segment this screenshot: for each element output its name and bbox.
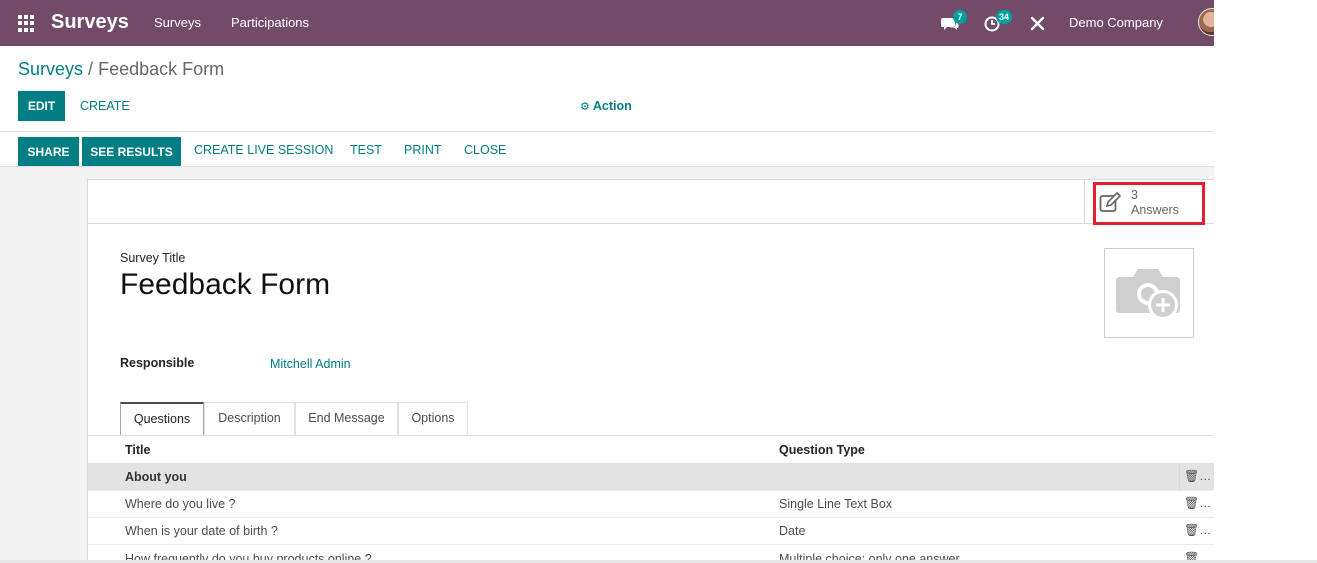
form-statusbar: SHARE SEE RESULTS CREATE LIVE SESSION TE… — [0, 132, 1214, 167]
button-box: 3 Answers — [88, 180, 1214, 225]
app: Surveys Surveys Participations 7 34 Demo… — [0, 0, 1317, 563]
tab-end-message[interactable]: End Message — [295, 402, 398, 435]
trash-icon[interactable]: 🗑… — [1184, 523, 1211, 537]
user-avatar[interactable] — [1198, 8, 1214, 36]
row-title: How frequently do you buy products onlin… — [125, 552, 372, 560]
row-type: Multiple choice: only one answer — [779, 552, 960, 560]
close-button[interactable]: CLOSE — [464, 143, 506, 157]
row-type: Single Line Text Box — [779, 497, 893, 511]
create-live-session-button[interactable]: CREATE LIVE SESSION — [194, 143, 333, 157]
action-label: Action — [592, 99, 632, 113]
test-button[interactable]: TEST — [350, 143, 382, 157]
gear-icon: ⚙ — [580, 101, 590, 113]
menu-participations[interactable]: Participations — [231, 15, 309, 30]
trash-icon[interactable]: 🗑… — [1184, 496, 1211, 510]
app-brand[interactable]: Surveys — [51, 11, 129, 34]
print-button[interactable]: PRINT — [404, 143, 442, 157]
table-row[interactable]: About you 🗑… — [88, 464, 1214, 491]
survey-image-upload[interactable] — [1104, 248, 1194, 338]
share-button[interactable]: SHARE — [18, 137, 79, 167]
apps-menu-icon[interactable] — [18, 15, 35, 32]
breadcrumb-separator: / — [88, 59, 94, 79]
trash-icon[interactable]: 🗑… — [1184, 469, 1211, 483]
camera-plus-icon — [1116, 269, 1180, 320]
edit-button[interactable]: EDIT — [18, 91, 65, 121]
activities-count-badge: 34 — [996, 10, 1013, 24]
odoo-window: Surveys Surveys Participations 7 34 Demo… — [0, 0, 1214, 560]
messaging-menu[interactable]: 7 — [941, 10, 967, 34]
row-title: Where do you live ? — [125, 497, 236, 511]
company-switcher[interactable]: Demo Company — [1069, 15, 1163, 30]
tab-description[interactable]: Description — [204, 402, 295, 435]
tools-icon — [1030, 16, 1045, 31]
row-type: Date — [779, 524, 806, 538]
tab-options[interactable]: Options — [398, 402, 468, 435]
see-results-button[interactable]: SEE RESULTS — [82, 137, 181, 167]
messages-count-badge: 7 — [953, 10, 967, 24]
top-navbar: Surveys Surveys Participations 7 34 Demo… — [0, 0, 1214, 46]
table-row[interactable]: How frequently do you buy products onlin… — [88, 546, 1214, 560]
row-title: About you — [125, 470, 187, 484]
trash-column-separator — [1179, 464, 1180, 491]
trash-icon[interactable]: 🗑… — [1184, 551, 1211, 560]
answers-highlight-box — [1093, 182, 1205, 225]
menu-surveys[interactable]: Surveys — [154, 15, 201, 30]
responsible-field[interactable]: Mitchell Admin — [270, 357, 351, 371]
row-title: When is your date of birth ? — [125, 524, 278, 538]
action-menu[interactable]: ⚙ Action — [580, 99, 632, 113]
activity-menu[interactable]: 34 — [984, 10, 1014, 34]
column-question-type[interactable]: Question Type — [779, 443, 865, 457]
table-row[interactable]: Where do you live ? Single Line Text Box… — [88, 491, 1214, 518]
form-sheet: 3 Answers Survey Title Feedback Form Res… — [87, 179, 1214, 560]
column-title[interactable]: Title — [125, 443, 150, 457]
survey-title: Feedback Form — [120, 268, 331, 301]
tab-questions[interactable]: Questions — [120, 402, 204, 435]
breadcrumb-surveys-link[interactable]: Surveys — [18, 59, 83, 79]
survey-title-label: Survey Title — [120, 251, 186, 265]
breadcrumb-current: Feedback Form — [98, 59, 225, 79]
create-button[interactable]: CREATE — [80, 99, 130, 113]
table-row[interactable]: When is your date of birth ? Date 🗑… — [88, 518, 1214, 545]
questions-table-header: Title Question Type — [88, 436, 1214, 464]
responsible-label: Responsible — [120, 356, 195, 370]
debug-tools[interactable] — [1030, 12, 1046, 34]
breadcrumb: Surveys / Feedback Form — [18, 59, 224, 80]
